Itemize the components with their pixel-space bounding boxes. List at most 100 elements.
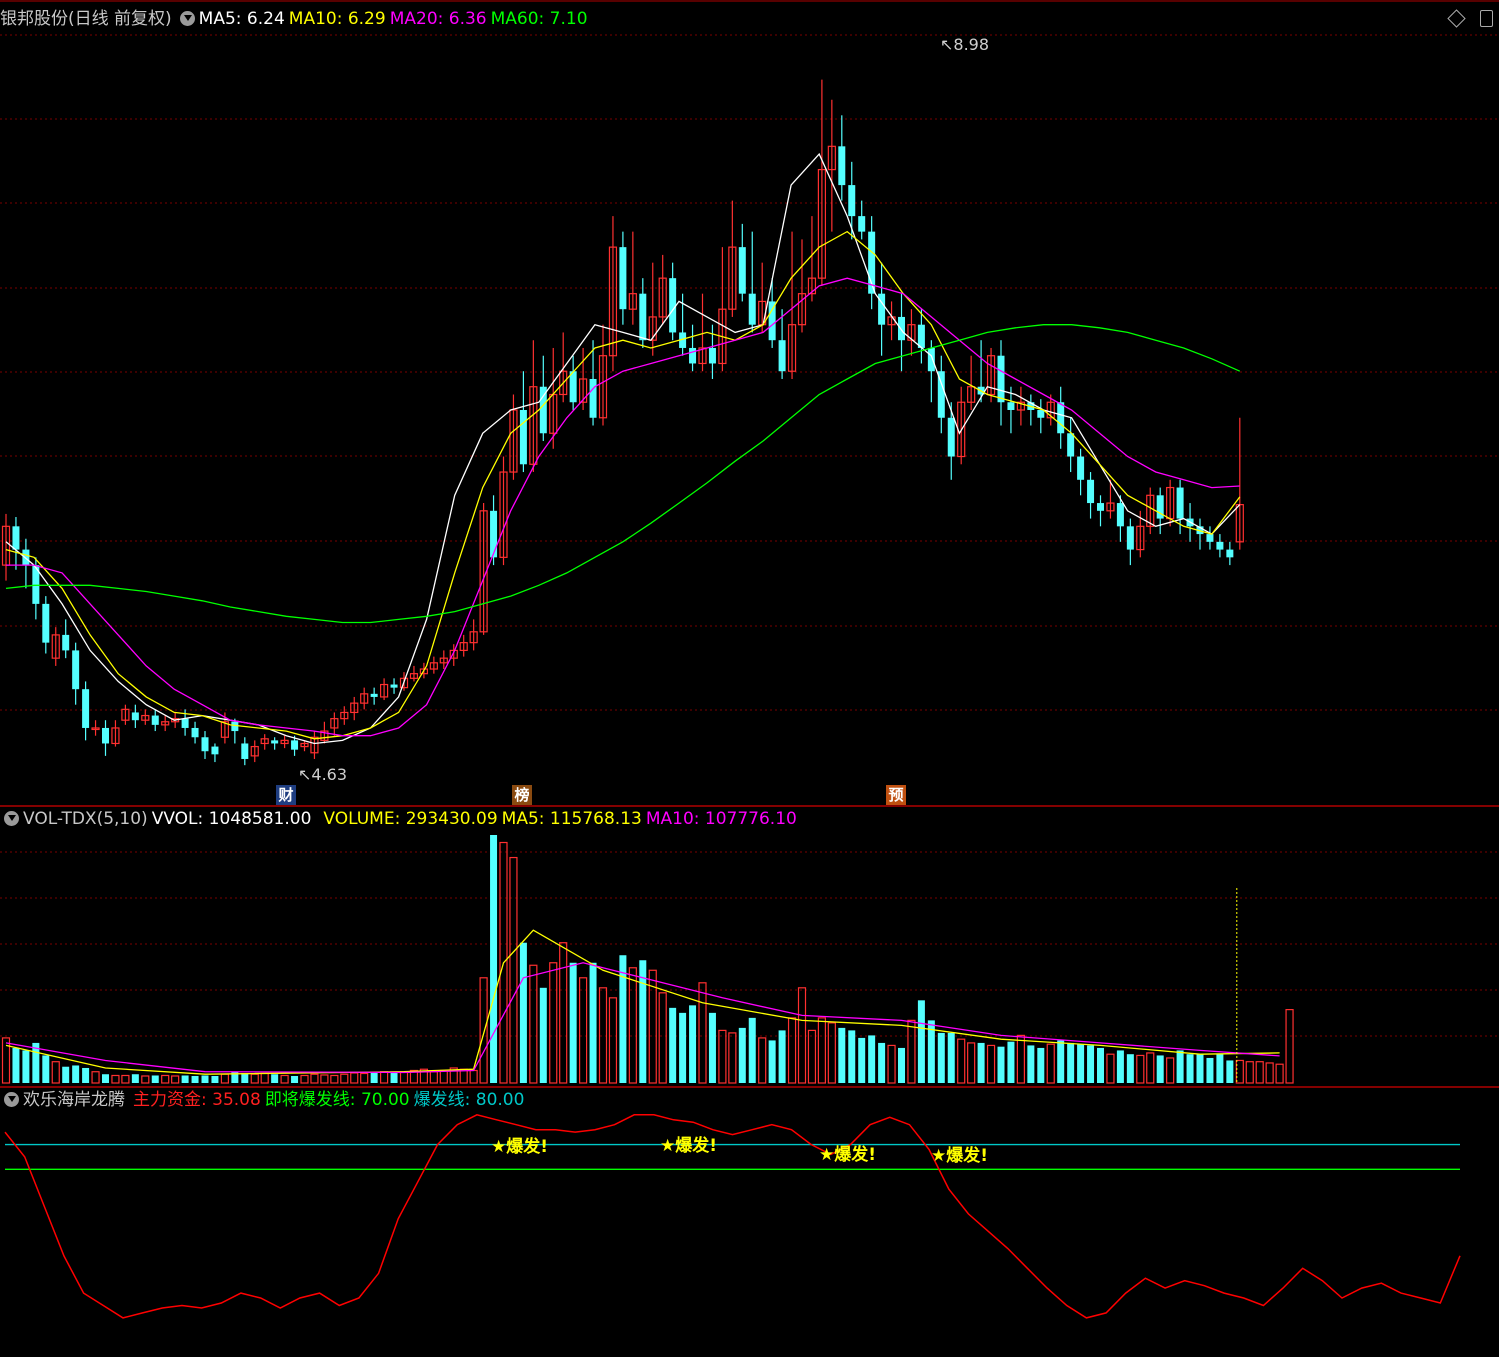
candle-body (669, 278, 677, 333)
volume-bar (689, 1005, 697, 1083)
volume-bar (62, 1066, 70, 1083)
volume-bar (887, 1044, 896, 1084)
indicator-lines (4, 1114, 1461, 1319)
candle-body (689, 347, 697, 364)
volume-bar (380, 1071, 389, 1084)
volume-bar (1087, 1045, 1095, 1083)
volume-bar (220, 1073, 229, 1084)
candle-body (1037, 410, 1045, 418)
candle-body (211, 746, 219, 755)
low-price-label: ↖4.63 (298, 765, 347, 784)
volume-bar (51, 1061, 60, 1084)
main-header: 银邦股份(日线 前复权) MA5: 6.24 MA10: 6.29 MA20: 6.3… (0, 8, 592, 30)
volume-legend: VOLUME: 293430.09 (323, 809, 498, 829)
volume-bar (1206, 1057, 1214, 1083)
candle-body (997, 355, 1005, 403)
volume-bar (1097, 1047, 1104, 1083)
volume-bar (868, 1035, 876, 1083)
volume-bar (957, 1038, 966, 1084)
volume-bar (797, 987, 807, 1084)
candle-body (201, 737, 209, 752)
vol-ma5-legend: MA5: 115768.13 (501, 809, 642, 829)
candle-body (748, 293, 756, 325)
chart-canvas (0, 0, 1499, 1319)
volume-bar (121, 1074, 130, 1084)
volume-bar (1037, 1047, 1045, 1083)
volume-bar (827, 1022, 836, 1084)
candle-body (1216, 541, 1224, 550)
forecast-marker[interactable]: 预 (886, 785, 906, 805)
ma60-line (5, 324, 1241, 624)
volume-bar (529, 964, 538, 1084)
indicator-header: 欢乐海岸龙腾 主力资金: 35.08 即将爆发线: 70.00 爆发线: 80.00 (0, 1089, 528, 1111)
volume-bar (986, 1044, 996, 1084)
candle-body (708, 347, 716, 364)
candle-body (241, 743, 249, 759)
burst-signal-3: ★爆发! (819, 1145, 876, 1165)
candle-body (1206, 534, 1214, 542)
volume-bar (1196, 1054, 1204, 1083)
volume-bar (1007, 1041, 1015, 1083)
volume-bar (758, 1037, 767, 1084)
volume-bar (469, 1069, 478, 1084)
volume-bar (658, 992, 667, 1084)
volume-bar (718, 1029, 727, 1084)
candle-body (82, 689, 90, 728)
candle-body (1007, 402, 1015, 410)
volume-bar (1156, 1055, 1164, 1083)
volume-bar (42, 1055, 50, 1083)
volume-bar (1, 1037, 11, 1084)
vvol-legend: VVOL: 1048581.00 (151, 809, 312, 829)
candle-body (271, 740, 279, 744)
volume-bar (619, 955, 627, 1083)
ranking-marker[interactable]: 榜 (512, 785, 532, 805)
volume-bar (201, 1075, 209, 1083)
low-price-value: 4.63 (311, 765, 348, 784)
volume-bar (628, 967, 637, 1084)
volume-bar (151, 1075, 159, 1083)
volume-bar (300, 1074, 309, 1084)
volume-bar (1216, 1054, 1224, 1083)
candle-body (1116, 503, 1124, 527)
candle-body (22, 549, 30, 566)
volume-bar (598, 987, 608, 1084)
volume-bar (807, 1029, 817, 1084)
candle-body (1087, 479, 1095, 504)
volume-bar (370, 1072, 378, 1083)
candle-body (848, 185, 856, 217)
volume-bar (1046, 1043, 1055, 1084)
window-toggle-icon[interactable] (1480, 10, 1493, 27)
indicator-dropdown-icon[interactable] (4, 1092, 19, 1107)
volume-header: VOL-TDX(5,10) VVOL: 1048581.00 VOLUME: 293… (0, 808, 801, 830)
burst-signal-2: ★爆发! (660, 1136, 717, 1156)
volume-bar (1275, 1063, 1284, 1084)
volume-bar (1106, 1053, 1115, 1084)
volume-bar (589, 962, 597, 1083)
candle-body (151, 715, 159, 725)
dropdown-icon[interactable] (179, 11, 195, 26)
volume-bar (1057, 1040, 1065, 1083)
volume-dropdown-icon[interactable] (4, 811, 19, 826)
volume-bar (291, 1075, 299, 1083)
volume-bar (320, 1074, 329, 1084)
finance-marker[interactable]: 财 (276, 785, 296, 805)
candle-body (917, 324, 925, 348)
candle-body (1057, 402, 1065, 434)
candle-body (539, 386, 547, 434)
volume-bar (728, 1032, 737, 1084)
candle-body (42, 603, 50, 643)
volume-bar (1136, 1054, 1145, 1084)
volume-bar (1186, 1054, 1194, 1083)
candle-body (181, 718, 189, 728)
volume-bar (1226, 1060, 1234, 1083)
volume-bar (848, 1030, 856, 1083)
volume-bar (1255, 1061, 1264, 1084)
candle-body (1126, 526, 1134, 550)
ma5-legend: MA5: 6.24 (198, 9, 285, 29)
volume-bar (1027, 1045, 1035, 1083)
candle-body (1077, 456, 1085, 480)
vol-ma10-legend: MA10: 107776.10 (645, 809, 797, 829)
burst-legend: 爆发线: 80.00 (413, 1090, 525, 1110)
volume-bar (578, 977, 588, 1084)
volume-bar (967, 1042, 976, 1084)
